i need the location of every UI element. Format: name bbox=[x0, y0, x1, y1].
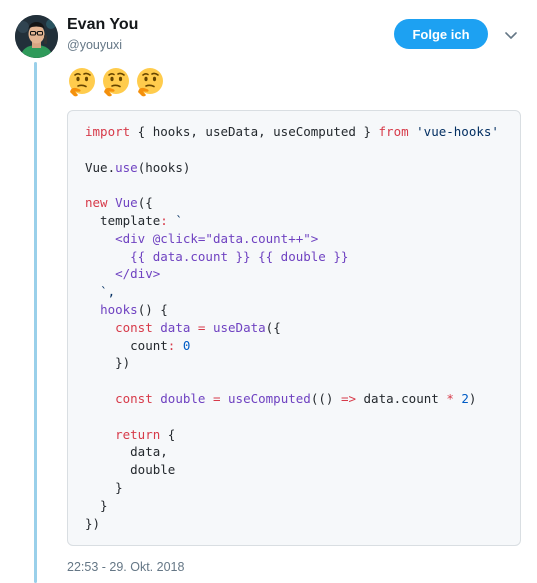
code-line: }) bbox=[85, 355, 131, 371]
code-line: return { bbox=[115, 426, 176, 442]
code-line: import { hooks, useData, useComputed } f… bbox=[85, 124, 499, 139]
thread-line bbox=[34, 62, 37, 583]
code-snippet-image[interactable]: import { hooks, useData, useComputed } f… bbox=[67, 110, 521, 546]
chevron-down-icon[interactable] bbox=[503, 27, 519, 43]
thinking-face-icon bbox=[137, 68, 163, 97]
code-line: `, bbox=[100, 284, 116, 300]
code-line: <div @click="data.count++"> bbox=[115, 230, 319, 246]
avatar-image bbox=[15, 15, 58, 58]
code-line: } bbox=[85, 479, 123, 495]
emoji-row bbox=[67, 66, 165, 98]
code-line: ​ bbox=[85, 408, 499, 426]
code-line: count: 0 bbox=[85, 337, 191, 353]
code-line: const double = useComputed(() => data.co… bbox=[115, 390, 477, 406]
thinking-face-icon bbox=[69, 68, 95, 97]
author-name[interactable]: Evan You bbox=[67, 16, 138, 34]
author-handle[interactable]: @youyuxi bbox=[67, 38, 122, 52]
code-line: hooks() { bbox=[100, 301, 168, 317]
follow-button[interactable]: Folge ich bbox=[394, 19, 488, 49]
code-line: ​ bbox=[85, 176, 499, 194]
avatar[interactable] bbox=[15, 15, 58, 58]
code-line: ​ bbox=[85, 372, 499, 390]
code-line: const data = useData({ bbox=[115, 319, 281, 335]
tweet-timestamp[interactable]: 22:53 - 29. Okt. 2018 bbox=[67, 560, 184, 574]
code-line: new Vue({ bbox=[85, 195, 153, 211]
code-line: ​ bbox=[85, 141, 499, 159]
code-line: } bbox=[85, 497, 108, 513]
code-line: }) bbox=[85, 515, 101, 531]
code-line: {{ data.count }} {{ double }} bbox=[130, 248, 349, 264]
code-line: data, bbox=[85, 444, 168, 460]
thinking-face-icon bbox=[103, 68, 129, 97]
code-line: Vue.use(hooks) bbox=[85, 159, 191, 175]
code-line: </div> bbox=[115, 266, 161, 282]
code-block: import { hooks, useData, useComputed } f… bbox=[85, 123, 499, 532]
code-line: double bbox=[85, 462, 176, 478]
code-line: template: ` bbox=[85, 212, 183, 228]
